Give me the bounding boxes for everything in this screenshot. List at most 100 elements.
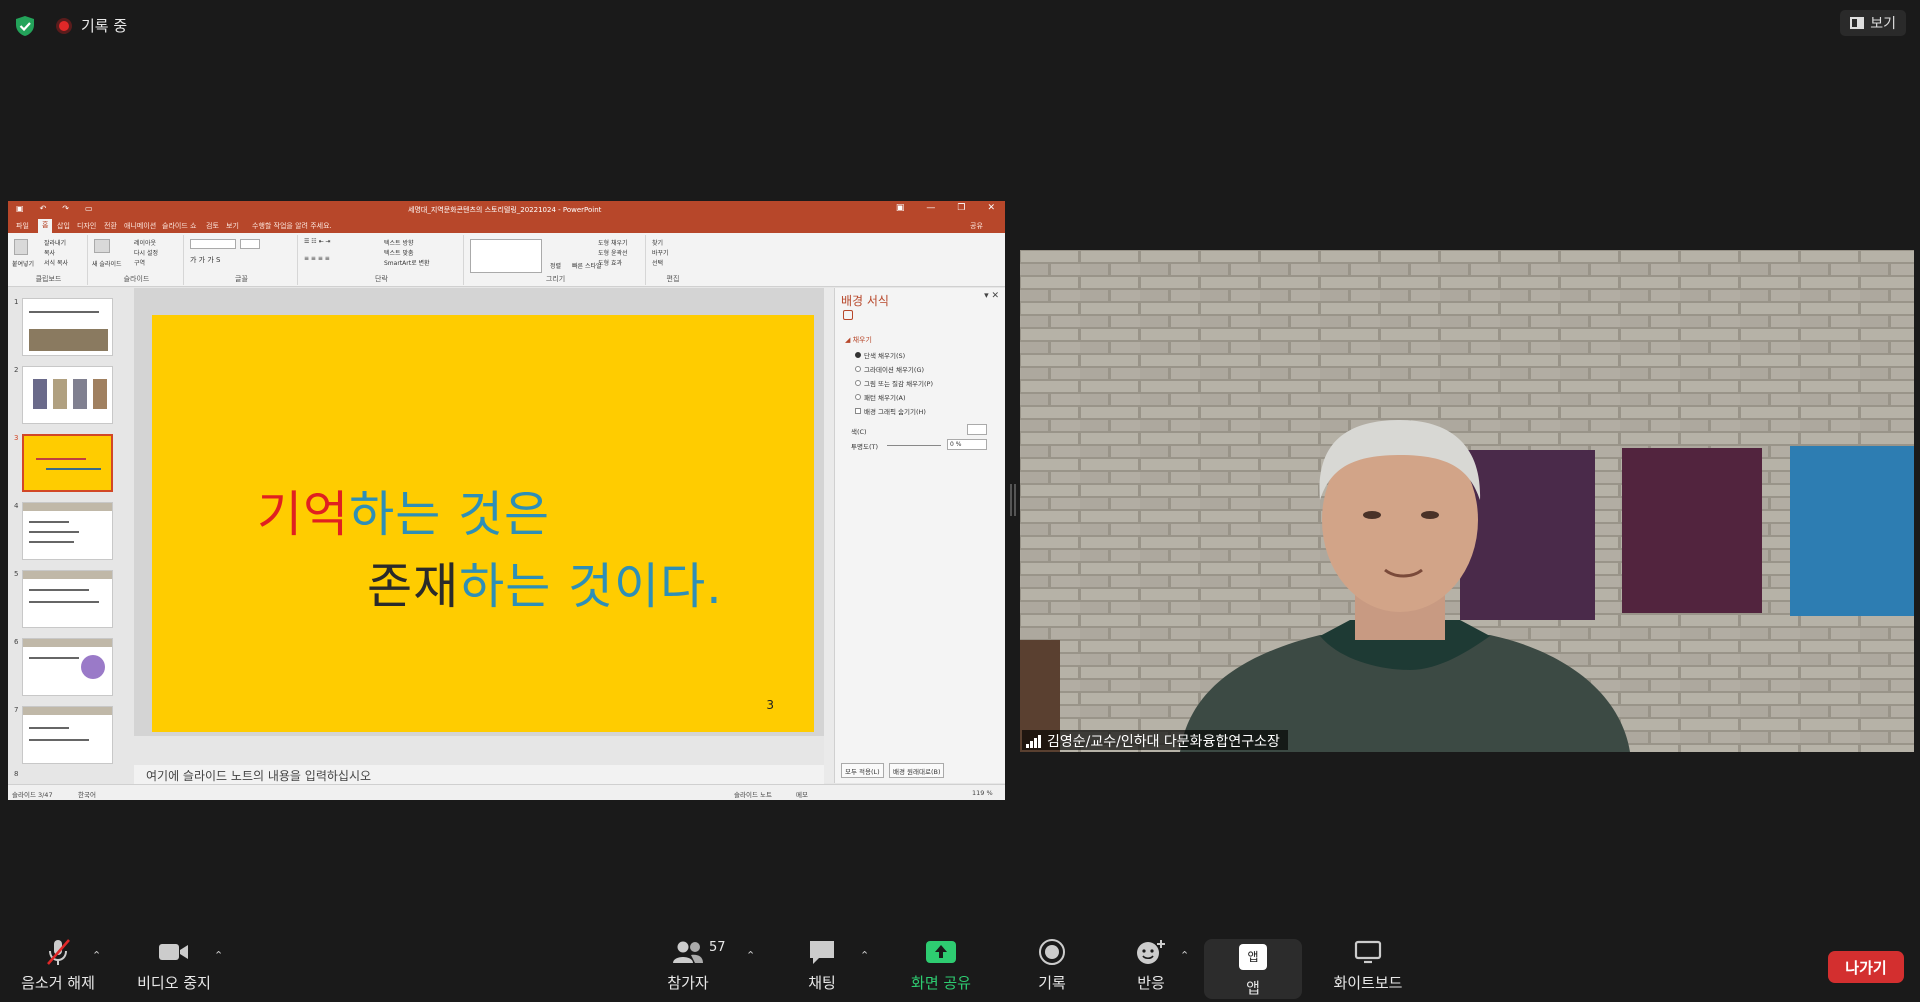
- shape-effects-button[interactable]: 도형 효과: [598, 258, 622, 267]
- reset-background-button[interactable]: 배경 원래대로(B): [889, 763, 945, 778]
- tab-slideshow[interactable]: 슬라이드 쇼: [162, 221, 196, 231]
- picture-fill-option[interactable]: 그림 또는 질감 채우기(P): [855, 378, 933, 388]
- shape-fill-button[interactable]: 도형 채우기: [598, 238, 628, 247]
- replace-button[interactable]: 바꾸기: [652, 248, 669, 257]
- format-painter-button[interactable]: 서식 복사: [44, 258, 68, 267]
- list-buttons[interactable]: ☰ ☷ ⇤ ⇥: [304, 238, 331, 245]
- chat-button[interactable]: 채팅: [786, 927, 858, 1002]
- slide-thumbnail-7[interactable]: [22, 706, 113, 764]
- paste-label[interactable]: 붙여넣기: [12, 259, 34, 268]
- copy-button[interactable]: 복사: [44, 248, 55, 257]
- new-slide-icon[interactable]: [94, 239, 110, 253]
- slide-thumbnail-1[interactable]: [22, 298, 113, 356]
- transparency-label: 투명도(T): [851, 443, 878, 451]
- chat-options-caret-icon[interactable]: ⌃: [860, 949, 869, 962]
- pattern-fill-option[interactable]: 패턴 채우기(A): [855, 392, 906, 402]
- tab-transitions[interactable]: 전환: [104, 221, 117, 231]
- slide-thumbnail-3-selected[interactable]: [22, 434, 113, 492]
- redo-icon[interactable]: ↷: [62, 204, 69, 213]
- reaction-emoji-icon: [1135, 936, 1167, 968]
- zoom-meeting-window: 기록 중 보기 ▣ ↶ ↷ ▭ 세명대_지역문화콘텐츠의 스토리텔링_20221…: [0, 0, 1920, 1002]
- participant-video-tile[interactable]: 김영순/교수/인하대 다문화융합연구소장: [1020, 250, 1914, 752]
- shapes-gallery[interactable]: [470, 239, 542, 273]
- paste-icon[interactable]: [14, 239, 28, 255]
- font-style-buttons[interactable]: 가 가 가 S: [190, 255, 220, 265]
- view-label: 보기: [1870, 16, 1896, 32]
- shape-outline-button[interactable]: 도형 윤곽선: [598, 248, 628, 257]
- apps-button[interactable]: 앱 앱: [1204, 939, 1302, 999]
- ribbon-display-icon[interactable]: ▣: [896, 203, 905, 213]
- status-zoom[interactable]: 119 %: [972, 789, 993, 797]
- close-pane-icon[interactable]: ▾ ✕: [984, 291, 999, 301]
- transparency-input[interactable]: 0 %: [947, 439, 987, 450]
- select-button[interactable]: 선택: [652, 258, 663, 267]
- split-divider-handle[interactable]: [1010, 484, 1016, 516]
- align-buttons[interactable]: ≡ ≡ ≡ ≡: [304, 255, 330, 262]
- reactions-button[interactable]: 반응: [1118, 927, 1184, 1002]
- solid-fill-option[interactable]: 단색 채우기(S): [855, 350, 905, 360]
- leave-meeting-button[interactable]: 나가기: [1828, 951, 1904, 983]
- fill-bucket-icon[interactable]: [843, 310, 853, 320]
- new-slide-label[interactable]: 새 슬라이드: [92, 259, 122, 268]
- minimize-icon[interactable]: —: [926, 203, 935, 213]
- current-slide[interactable]: 기억하는 것은 존재하는 것이다. 3: [152, 315, 814, 732]
- cut-button[interactable]: 잘라내기: [44, 238, 66, 247]
- apply-all-button[interactable]: 모두 적용(L): [841, 763, 884, 778]
- unmute-button[interactable]: 음소거 해제: [10, 927, 106, 1002]
- participants-button[interactable]: 57 참가자: [652, 927, 725, 1002]
- reactions-options-caret-icon[interactable]: ⌃: [1180, 949, 1189, 962]
- find-button[interactable]: 찾기: [652, 238, 663, 247]
- ppt-ribbon-tabs: 파일 홈 삽입 디자인 전환 애니메이션 슬라이드 쇼 검토 보기 수행할 작업…: [8, 218, 1005, 233]
- align-text-button[interactable]: 텍스트 맞춤: [384, 248, 414, 257]
- tab-view[interactable]: 보기: [226, 221, 239, 231]
- slide-thumbnail-5[interactable]: [22, 570, 113, 628]
- reset-button[interactable]: 다시 설정: [134, 248, 158, 257]
- stop-video-button[interactable]: 비디오 중지: [128, 927, 220, 1002]
- tab-home[interactable]: 홈: [38, 219, 53, 233]
- tab-design[interactable]: 디자인: [77, 221, 96, 231]
- save-icon[interactable]: ▣: [16, 204, 24, 213]
- section-button[interactable]: 구역: [134, 258, 145, 267]
- participants-options-caret-icon[interactable]: ⌃: [746, 949, 755, 962]
- gradient-fill-option[interactable]: 그라데이션 채우기(G): [855, 364, 924, 374]
- hide-graphics-checkbox[interactable]: 배경 그래픽 숨기기(H): [855, 406, 926, 416]
- transparency-slider[interactable]: [887, 445, 941, 446]
- slide-scrollbar[interactable]: [824, 288, 834, 783]
- share-link[interactable]: 공유: [970, 221, 983, 231]
- arrange-button[interactable]: 정렬: [550, 261, 561, 270]
- close-icon[interactable]: ✕: [987, 203, 995, 213]
- tell-me-box[interactable]: 수행할 작업을 알려 주세요.: [252, 221, 332, 231]
- smartart-button[interactable]: SmartArt로 변환: [384, 258, 430, 267]
- view-button[interactable]: 보기: [1840, 10, 1906, 36]
- slide-thumbnail-4[interactable]: [22, 502, 113, 560]
- record-button[interactable]: 기록: [1016, 927, 1088, 1002]
- security-shield-icon[interactable]: [14, 15, 36, 37]
- status-language[interactable]: 한국어: [78, 789, 96, 799]
- slide-thumbnail-2[interactable]: [22, 366, 113, 424]
- undo-icon[interactable]: ↶: [40, 204, 47, 213]
- text-direction-button[interactable]: 텍스트 방향: [384, 238, 414, 247]
- font-size-box[interactable]: [240, 239, 260, 249]
- thumb-number: 5: [14, 570, 19, 578]
- notes-pane[interactable]: 여기에 슬라이드 노트의 내용을 입력하십시오: [134, 765, 824, 784]
- font-name-box[interactable]: [190, 239, 236, 249]
- share-screen-button[interactable]: 화면 공유: [896, 927, 986, 1002]
- tab-insert[interactable]: 삽입: [57, 221, 70, 231]
- slide-thumbnail-6[interactable]: [22, 638, 113, 696]
- color-picker-dropdown[interactable]: [967, 424, 987, 435]
- status-notes-button[interactable]: 슬라이드 노트: [734, 789, 772, 799]
- status-comments-button[interactable]: 메모: [796, 789, 808, 799]
- video-options-caret-icon[interactable]: ⌃: [214, 949, 223, 962]
- shared-screen-powerpoint[interactable]: ▣ ↶ ↷ ▭ 세명대_지역문화콘텐츠의 스토리텔링_20221024 - Po…: [8, 201, 1005, 800]
- slideshow-icon[interactable]: ▭: [85, 204, 93, 213]
- tab-review[interactable]: 검토: [206, 221, 219, 231]
- fill-section-header[interactable]: ◢ 채우기: [845, 335, 872, 345]
- tab-file[interactable]: 파일: [16, 221, 29, 231]
- layout-button[interactable]: 레이아웃: [134, 238, 156, 247]
- tab-animations[interactable]: 애니메이션: [124, 221, 156, 231]
- whiteboard-button[interactable]: 화이트보드: [1324, 927, 1412, 1002]
- chat-label: 채팅: [808, 974, 836, 992]
- audio-options-caret-icon[interactable]: ⌃: [92, 949, 101, 962]
- ribbon-group-drawing: 정렬 빠른 스타일 도형 채우기 도형 윤곽선 도형 효과 그리기: [466, 235, 646, 285]
- restore-icon[interactable]: ❐: [957, 203, 965, 213]
